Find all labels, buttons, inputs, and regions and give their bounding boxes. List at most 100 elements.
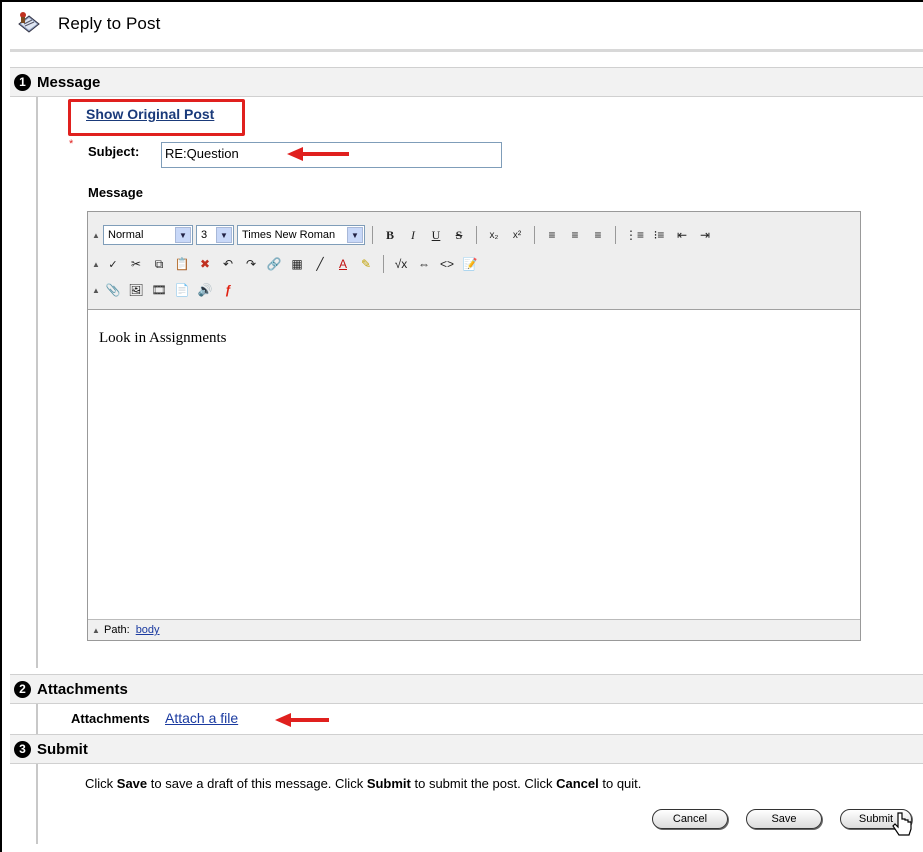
toolbar-separator — [383, 255, 384, 273]
align-center-icon[interactable]: ≡ — [565, 226, 585, 244]
equation-icon[interactable]: √x — [391, 255, 411, 273]
insert-document-icon[interactable]: 📄 — [172, 281, 192, 299]
save-button[interactable]: Save — [746, 809, 822, 829]
subscript-icon[interactable]: x₂ — [484, 226, 504, 244]
red-arrow-icon — [287, 147, 349, 161]
section-title: Message — [37, 73, 101, 91]
cancel-button[interactable]: Cancel — [652, 809, 728, 829]
spellcheck-icon[interactable]: ✓ — [103, 255, 123, 273]
rich-text-editor: ▲ Normal ▼ 3 ▼ Times New Roman ▼ B I U S… — [87, 211, 861, 641]
toolbar-row-editing: ▲ ✓ ✂ ⧉ 📋 ✖ ↶ ↷ 🔗 ▦ ╱ A ✎ √x ⇔ <> 📝 — [92, 252, 480, 276]
instr-text: Click — [85, 776, 117, 791]
outdent-icon[interactable]: ⇤ — [672, 226, 692, 244]
font-select[interactable]: Times New Roman ▼ — [237, 225, 365, 245]
toolbar-row-formatting: ▲ Normal ▼ 3 ▼ Times New Roman ▼ B I U S… — [92, 223, 715, 247]
font-select-value: Times New Roman — [242, 229, 336, 241]
window-left-border — [0, 0, 2, 852]
chevron-down-icon: ▼ — [175, 227, 191, 243]
editor-toolbar: ▲ Normal ▼ 3 ▼ Times New Roman ▼ B I U S… — [88, 212, 860, 310]
section-indent-line — [36, 704, 38, 734]
link-icon[interactable]: 🔗 — [264, 255, 284, 273]
section-indent-line — [36, 764, 38, 844]
toolbar-separator — [534, 226, 535, 244]
collapse-icon[interactable]: ▲ — [92, 231, 100, 240]
insert-audio-icon[interactable]: 🔊 — [195, 281, 215, 299]
indent-icon[interactable]: ⇥ — [695, 226, 715, 244]
toolbar-row-insert: ▲ 📎 🖼 🎞 📄 🔊 ƒ — [92, 278, 238, 302]
size-select-value: 3 — [201, 229, 208, 241]
collapse-icon[interactable]: ▲ — [92, 286, 100, 295]
window-top-border — [0, 0, 923, 2]
section-title: Submit — [37, 740, 88, 758]
preview-icon[interactable]: 📝 — [460, 255, 480, 273]
editor-statusbar: ▲ Path: body — [88, 619, 860, 640]
attachments-label: Attachments — [71, 711, 150, 726]
section-submit-bar: 3 Submit — [10, 734, 923, 764]
editor-body-text: Look in Assignments — [99, 330, 227, 346]
collapse-icon[interactable]: ▲ — [92, 260, 100, 269]
instr-text: to quit. — [598, 776, 642, 791]
html-code-icon[interactable]: <> — [437, 255, 457, 273]
hand-cursor-icon — [892, 812, 912, 836]
chevron-down-icon: ▼ — [347, 227, 363, 243]
show-original-post-link[interactable]: Show Original Post — [86, 106, 214, 122]
editor-content-area[interactable]: Look in Assignments — [88, 310, 860, 620]
underline-icon[interactable]: U — [426, 226, 446, 244]
path-label: Path: — [104, 624, 130, 636]
section-title: Attachments — [37, 680, 128, 698]
red-arrow-icon — [275, 713, 329, 727]
align-right-icon[interactable]: ≡ — [588, 226, 608, 244]
instr-save-word: Save — [116, 776, 148, 791]
message-label: Message — [88, 185, 143, 200]
table-icon[interactable]: ▦ — [287, 255, 307, 273]
path-body-link[interactable]: body — [136, 624, 160, 636]
instr-text: to submit the post. Click — [410, 776, 557, 791]
submit-instructions: Click Save to save a draft of this messa… — [85, 776, 641, 791]
required-marker: * — [69, 138, 74, 150]
insert-image-icon[interactable]: 🖼 — [126, 281, 146, 299]
attach-file-icon[interactable]: 📎 — [103, 281, 123, 299]
header-divider — [10, 49, 923, 52]
section-attachments-bar: 2 Attachments — [10, 674, 923, 704]
unordered-list-icon[interactable]: ⁝≡ — [649, 226, 669, 244]
clear-format-icon[interactable]: ✖ — [195, 255, 215, 273]
redo-icon[interactable]: ↷ — [241, 255, 261, 273]
flash-icon[interactable]: ƒ — [218, 281, 238, 299]
toolbar-separator — [476, 226, 477, 244]
anchor-icon[interactable]: ⇔ — [414, 255, 434, 273]
chevron-down-icon: ▼ — [216, 227, 232, 243]
subject-label: Subject: — [88, 144, 140, 159]
section-indent-line — [36, 97, 38, 668]
toolbar-separator — [615, 226, 616, 244]
highlight-icon[interactable]: ✎ — [356, 255, 376, 273]
cut-icon[interactable]: ✂ — [126, 255, 146, 273]
size-select[interactable]: 3 ▼ — [196, 225, 234, 245]
page-header: Reply to Post — [14, 8, 160, 40]
collapse-icon[interactable]: ▲ — [92, 626, 100, 635]
step-number: 3 — [14, 740, 31, 758]
step-number: 1 — [14, 73, 31, 91]
page-title: Reply to Post — [58, 14, 161, 33]
format-select-value: Normal — [108, 229, 144, 241]
format-select[interactable]: Normal ▼ — [103, 225, 193, 245]
toolbar-separator — [372, 226, 373, 244]
instr-text: to save a draft of this message. Click — [147, 776, 367, 791]
text-color-icon[interactable]: A — [333, 255, 353, 273]
section-message-bar: 1 Message — [10, 67, 923, 97]
paste-icon[interactable]: 📋 — [172, 255, 192, 273]
line-icon[interactable]: ╱ — [310, 255, 330, 273]
insert-media-icon[interactable]: 🎞 — [149, 281, 169, 299]
superscript-icon[interactable]: x² — [507, 226, 527, 244]
copy-icon[interactable]: ⧉ — [149, 255, 169, 273]
discussion-post-icon — [14, 9, 44, 39]
strikethrough-icon[interactable]: S — [449, 226, 469, 244]
instr-submit-word: Submit — [366, 776, 411, 791]
step-number: 2 — [14, 680, 31, 698]
ordered-list-icon[interactable]: ⋮≡ — [623, 226, 646, 244]
align-left-icon[interactable]: ≡ — [542, 226, 562, 244]
bold-icon[interactable]: B — [380, 226, 400, 244]
instr-cancel-word: Cancel — [556, 776, 599, 791]
italic-icon[interactable]: I — [403, 226, 423, 244]
undo-icon[interactable]: ↶ — [218, 255, 238, 273]
attach-file-link[interactable]: Attach a file — [165, 710, 238, 726]
